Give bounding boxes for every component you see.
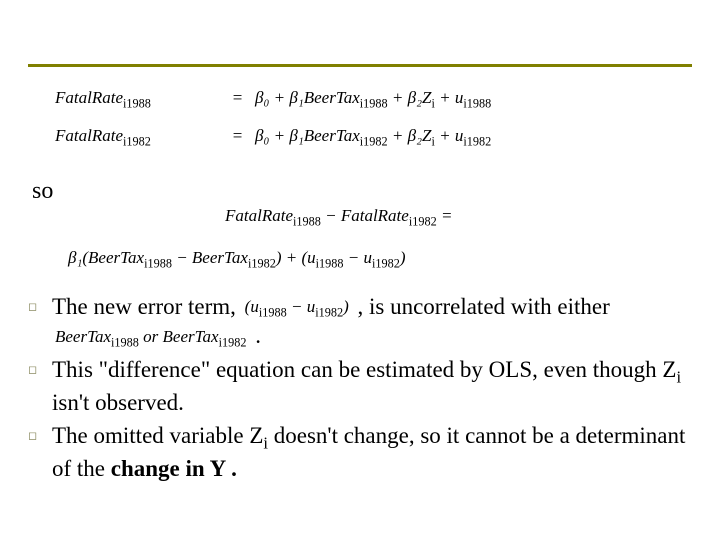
divider-line <box>28 64 692 67</box>
bullet-3: ◻ The omitted variable Zi doesn't change… <box>28 421 692 483</box>
eq1-equals: = <box>220 84 255 113</box>
bullet-marker-icon: ◻ <box>28 300 52 351</box>
bullet-marker-icon: ◻ <box>28 429 52 483</box>
equations-block-top: FatalRatei1988 = β₀ + β₁BeerTaxi1988 + β… <box>55 84 675 160</box>
bullet-3-text: The omitted variable Zi doesn't change, … <box>52 421 692 483</box>
eq2-lhs-sub: i1982 <box>123 135 151 149</box>
so-text: so <box>32 178 53 205</box>
equation-2: FatalRatei1982 = β₀ + β₁BeerTaxi1982 + β… <box>55 122 675 152</box>
equation-1: FatalRatei1988 = β₀ + β₁BeerTaxi1988 + β… <box>55 84 675 114</box>
equation-3: FatalRatei1988 − FatalRatei1982 = <box>225 206 452 229</box>
eq1-lhs: FatalRate <box>55 88 123 107</box>
eq2-lhs: FatalRate <box>55 126 123 145</box>
bullet-1-text: The new error term, (ui1988 − ui1982) , … <box>52 292 692 351</box>
equation-4: β₁(BeerTaxi1988 − BeerTaxi1982) + (ui198… <box>68 248 406 271</box>
slide-container: FatalRatei1988 = β₀ + β₁BeerTaxi1988 + β… <box>0 0 720 540</box>
bullet-2: ◻ This "difference" equation can be esti… <box>28 355 692 417</box>
bullet-2-text: This "difference" equation can be estima… <box>52 355 692 417</box>
eq1-rhs: β₀ + β₁BeerTaxi1988 + β₂Zi + ui1988 <box>255 84 675 114</box>
eq1-lhs-sub: i1988 <box>123 96 151 110</box>
bullet-list: ◻ The new error term, (ui1988 − ui1982) … <box>28 292 692 487</box>
bullet-marker-icon: ◻ <box>28 363 52 417</box>
eq2-rhs: β₀ + β₁BeerTaxi1982 + β₂Zi + ui1982 <box>255 122 675 152</box>
eq2-equals: = <box>220 122 255 151</box>
bullet-1: ◻ The new error term, (ui1988 − ui1982) … <box>28 292 692 351</box>
